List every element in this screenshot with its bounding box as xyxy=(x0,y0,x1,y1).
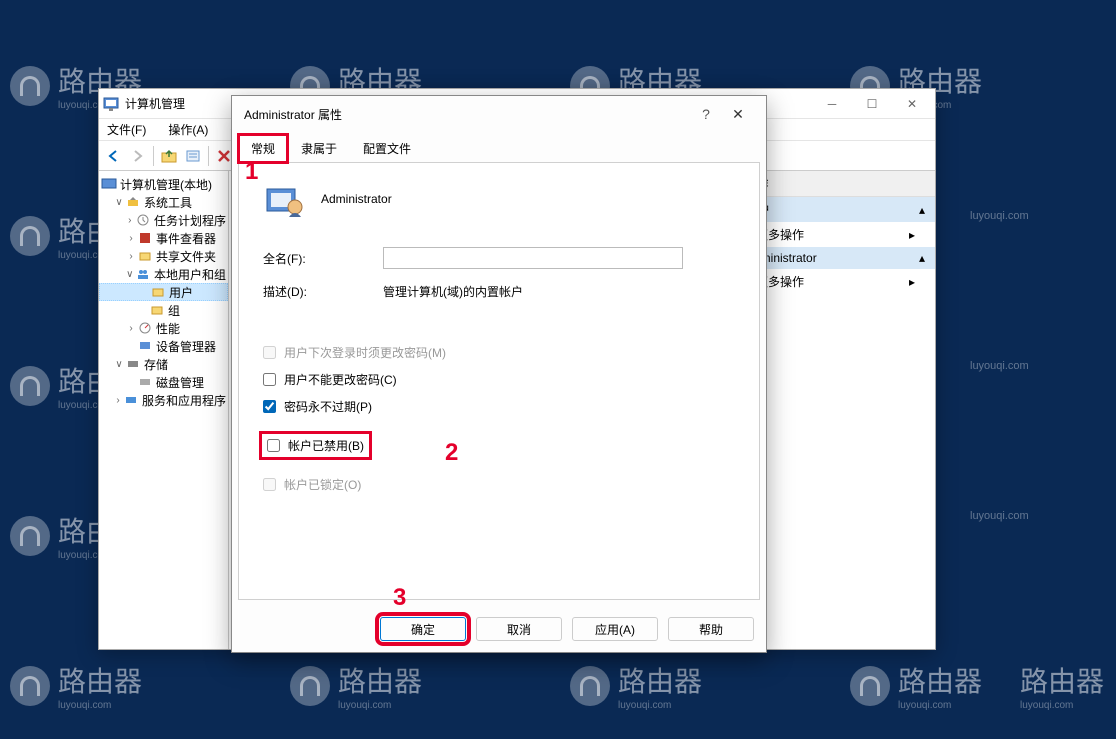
tab-profile[interactable]: 配置文件 xyxy=(350,134,424,163)
close-button[interactable]: ✕ xyxy=(893,91,931,117)
maximize-button[interactable]: ☐ xyxy=(853,91,891,117)
minimize-button[interactable]: ─ xyxy=(813,91,851,117)
checkbox-must-change-password: 用户下次登录时须更改密码(M) xyxy=(263,344,735,361)
tree-storage[interactable]: ∨存储 xyxy=(99,355,228,373)
arrow-icon: ▸ xyxy=(909,228,915,242)
up-folder-icon[interactable] xyxy=(158,145,180,167)
back-icon[interactable] xyxy=(103,145,125,167)
watermark: 路由器luyouqi.com xyxy=(850,660,982,711)
tree-users[interactable]: 用户 xyxy=(99,283,228,301)
dialog-titlebar[interactable]: Administrator 属性 ? ✕ xyxy=(232,96,766,132)
description-text: 管理计算机(域)的内置帐户 xyxy=(383,283,523,300)
dialog-help-button[interactable]: ? xyxy=(690,106,722,122)
app-icon xyxy=(103,96,119,112)
checkbox-account-disabled[interactable]: 帐户已禁用(B) xyxy=(263,435,368,456)
tree-local-users-groups[interactable]: ∨本地用户和组 xyxy=(99,265,228,283)
chk-cannot-change[interactable] xyxy=(263,373,276,386)
properties-icon[interactable] xyxy=(182,145,204,167)
checkbox-password-never-expires[interactable]: 密码永不过期(P) xyxy=(263,398,735,415)
chk-disabled[interactable] xyxy=(267,439,280,452)
tree-event-viewer[interactable]: ›事件查看器 xyxy=(99,229,228,247)
watermark: luyouqi.com xyxy=(970,510,1029,522)
watermark: 路由器luyouqi.com xyxy=(570,660,702,711)
tree-device-manager[interactable]: 设备管理器 xyxy=(99,337,228,355)
tree-root[interactable]: 计算机管理(本地) xyxy=(99,175,228,193)
watermark: 路由器luyouqi.com xyxy=(290,660,422,711)
dialog-content: Administrator 全名(F): 描述(D): 管理计算机(域)的内置帐… xyxy=(238,162,760,600)
watermark: 路由器luyouqi.com xyxy=(1020,660,1104,711)
fullname-input[interactable] xyxy=(383,247,683,269)
annotation-3: 3 xyxy=(393,584,406,612)
arrow-icon: ▸ xyxy=(909,275,915,289)
user-icon xyxy=(263,179,303,219)
username-text: Administrator xyxy=(321,192,392,206)
collapse-icon: ▴ xyxy=(919,203,925,217)
apply-button[interactable]: 应用(A) xyxy=(572,617,658,641)
watermark: 路由器luyouqi.com xyxy=(10,660,142,711)
description-label: 描述(D): xyxy=(263,283,383,300)
tree-services-apps[interactable]: ›服务和应用程序 xyxy=(99,391,228,409)
chk-locked xyxy=(263,478,276,491)
forward-icon[interactable] xyxy=(127,145,149,167)
annotation-1: 1 xyxy=(245,158,258,186)
tree-system-tools[interactable]: ∨系统工具 xyxy=(99,193,228,211)
properties-dialog: Administrator 属性 ? ✕ 常规 隶属于 配置文件 Adminis… xyxy=(231,95,767,653)
chk-must-change xyxy=(263,346,276,359)
tab-memberof[interactable]: 隶属于 xyxy=(288,134,350,163)
menu-action[interactable]: 操作(A) xyxy=(164,119,212,140)
watermark: luyouqi.com xyxy=(970,210,1029,222)
dialog-close-button[interactable]: ✕ xyxy=(722,106,754,123)
chk-never-expires[interactable] xyxy=(263,400,276,413)
annotation-2: 2 xyxy=(445,439,458,467)
tree-panel: 计算机管理(本地) ∨系统工具 ›任务计划程序 ›事件查看器 ›共享文件夹 ∨本… xyxy=(99,171,229,649)
help-button[interactable]: 帮助 xyxy=(668,617,754,641)
ok-button[interactable]: 确定 xyxy=(380,617,466,641)
watermark: luyouqi.com xyxy=(970,360,1029,372)
tree-performance[interactable]: ›性能 xyxy=(99,319,228,337)
fullname-label: 全名(F): xyxy=(263,250,383,267)
tree-groups[interactable]: 组 xyxy=(99,301,228,319)
cancel-button[interactable]: 取消 xyxy=(476,617,562,641)
tree-task-scheduler[interactable]: ›任务计划程序 xyxy=(99,211,228,229)
menu-file[interactable]: 文件(F) xyxy=(103,119,150,140)
tree-shared-folders[interactable]: ›共享文件夹 xyxy=(99,247,228,265)
tree-disk-management[interactable]: 磁盘管理 xyxy=(99,373,228,391)
dialog-title: Administrator 属性 xyxy=(244,106,690,123)
collapse-icon: ▴ xyxy=(919,251,925,265)
checkbox-account-locked: 帐户已锁定(O) xyxy=(263,476,735,493)
checkbox-cannot-change-password[interactable]: 用户不能更改密码(C) xyxy=(263,371,735,388)
